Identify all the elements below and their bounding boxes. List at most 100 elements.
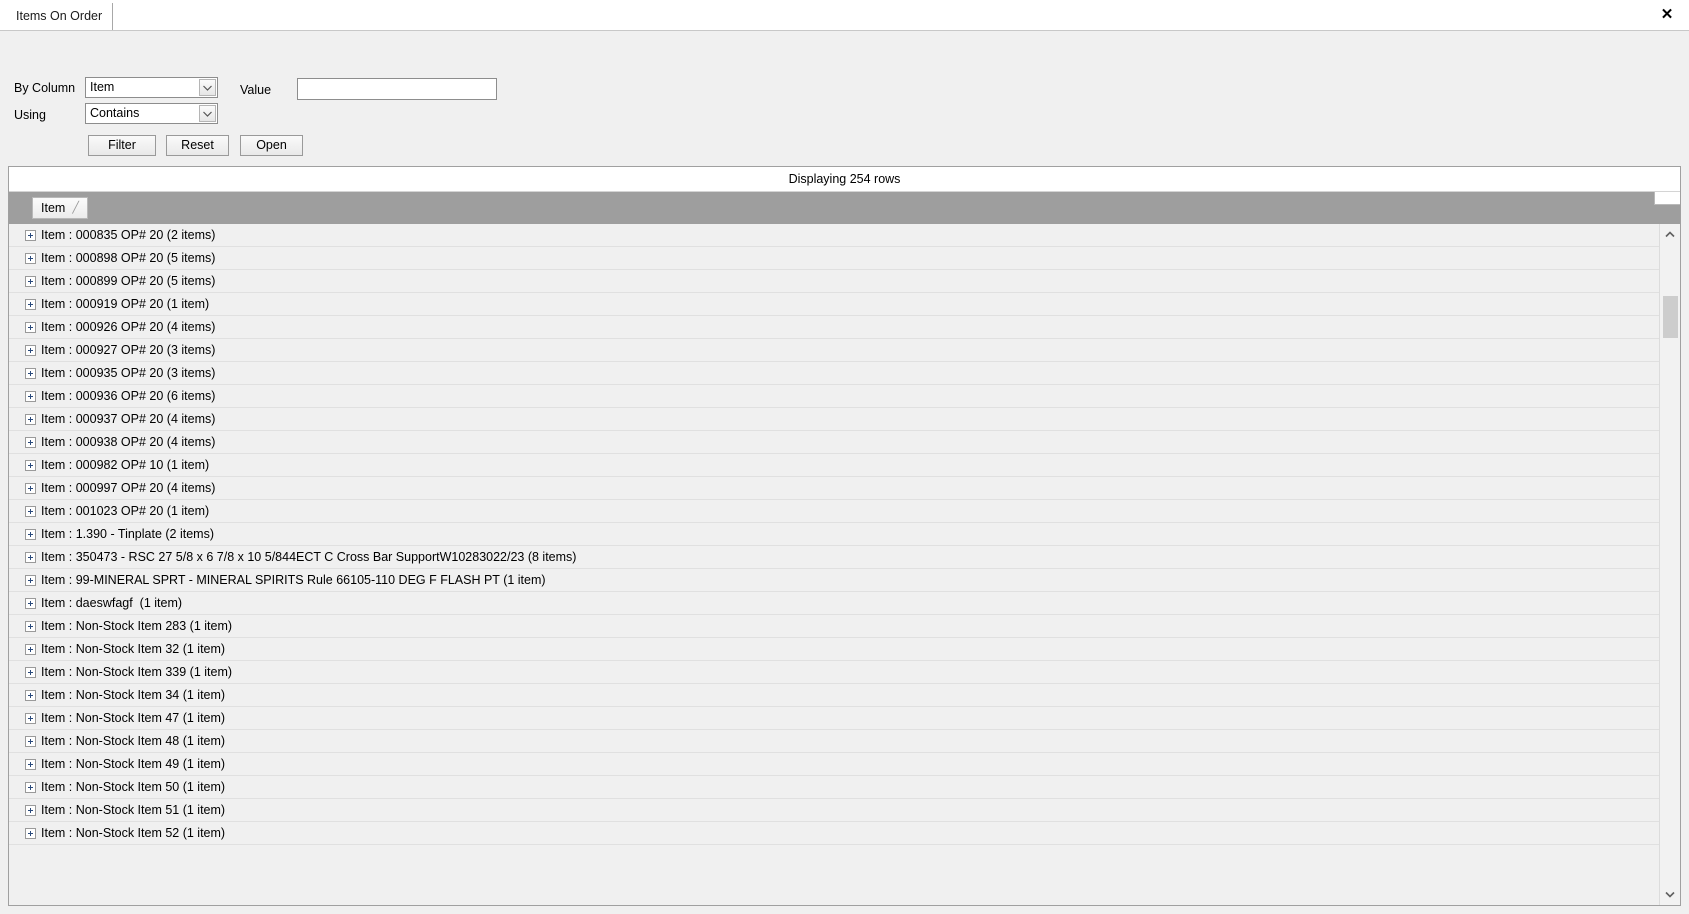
by-column-select-value: Item: [90, 80, 115, 94]
group-by-bar: Item ╱: [9, 192, 1680, 224]
value-input[interactable]: [297, 78, 497, 100]
expand-plus-icon[interactable]: [25, 667, 36, 678]
expand-plus-icon[interactable]: [25, 506, 36, 517]
table-row[interactable]: Item : Non-Stock Item 339 (1 item): [9, 661, 1659, 684]
row-label: Item : Non-Stock Item 339 (1 item): [41, 665, 233, 679]
table-row[interactable]: Item : 000937 OP# 20 (4 items): [9, 408, 1659, 431]
row-label: Item : 000936 OP# 20 (6 items): [41, 389, 216, 403]
expand-plus-icon[interactable]: [25, 805, 36, 816]
row-label: Item : 000926 OP# 20 (4 items): [41, 320, 216, 334]
expand-plus-icon[interactable]: [25, 253, 36, 264]
table-row[interactable]: Item : 99-MINERAL SPRT - MINERAL SPIRITS…: [9, 569, 1659, 592]
table-row[interactable]: Item : daeswfagf (1 item): [9, 592, 1659, 615]
table-row[interactable]: Item : 000997 OP# 20 (4 items): [9, 477, 1659, 500]
row-label: Item : Non-Stock Item 51 (1 item): [41, 803, 226, 817]
row-label: Item : Non-Stock Item 50 (1 item): [41, 780, 226, 794]
table-row[interactable]: Item : 000938 OP# 20 (4 items): [9, 431, 1659, 454]
expand-plus-icon[interactable]: [25, 529, 36, 540]
row-label: Item : 1.390 - Tinplate (2 items): [41, 527, 214, 541]
scrollbar-thumb[interactable]: [1663, 296, 1678, 338]
expand-plus-icon[interactable]: [25, 575, 36, 586]
chevron-down-icon[interactable]: [199, 79, 216, 96]
using-label: Using: [14, 108, 46, 122]
sort-ascending-icon[interactable]: ╱: [72, 202, 79, 214]
expand-plus-icon[interactable]: [25, 690, 36, 701]
tab-items-on-order[interactable]: Items On Order: [8, 3, 114, 30]
table-row[interactable]: Item : 001023 OP# 20 (1 item): [9, 500, 1659, 523]
by-column-select[interactable]: Item: [85, 77, 218, 98]
table-row[interactable]: Item : 000835 OP# 20 (2 items): [9, 224, 1659, 247]
row-label: Item : 001023 OP# 20 (1 item): [41, 504, 210, 518]
tab-label: Items On Order: [16, 9, 103, 23]
expand-plus-icon[interactable]: [25, 322, 36, 333]
table-row[interactable]: Item : Non-Stock Item 47 (1 item): [9, 707, 1659, 730]
expand-plus-icon[interactable]: [25, 552, 36, 563]
items-grid: Displaying 254 rows Item ╱ Item : 000835…: [8, 166, 1681, 906]
row-label: Item : Non-Stock Item 32 (1 item): [41, 642, 226, 656]
expand-plus-icon[interactable]: [25, 644, 36, 655]
expand-plus-icon[interactable]: [25, 437, 36, 448]
close-icon[interactable]: ✕: [1655, 3, 1679, 27]
table-row[interactable]: Item : Non-Stock Item 50 (1 item): [9, 776, 1659, 799]
row-label: Item : 000937 OP# 20 (4 items): [41, 412, 216, 426]
expand-plus-icon[interactable]: [25, 483, 36, 494]
using-select[interactable]: Contains: [85, 103, 218, 124]
table-row[interactable]: Item : 000982 OP# 10 (1 item): [9, 454, 1659, 477]
expand-plus-icon[interactable]: [25, 414, 36, 425]
row-label: Item : Non-Stock Item 52 (1 item): [41, 826, 226, 840]
window-titlebar: Items On Order ✕: [0, 0, 1689, 31]
table-row[interactable]: Item : 000899 OP# 20 (5 items): [9, 270, 1659, 293]
chevron-down-icon[interactable]: [199, 105, 216, 122]
row-label: Item : 000927 OP# 20 (3 items): [41, 343, 216, 357]
expand-plus-icon[interactable]: [25, 391, 36, 402]
row-count-text: Displaying 254 rows: [788, 172, 901, 186]
filter-button[interactable]: Filter: [88, 135, 156, 156]
table-row[interactable]: Item : Non-Stock Item 49 (1 item): [9, 753, 1659, 776]
row-label: Item : 000919 OP# 20 (1 item): [41, 297, 210, 311]
expand-plus-icon[interactable]: [25, 736, 36, 747]
table-row[interactable]: Item : Non-Stock Item 51 (1 item): [9, 799, 1659, 822]
expand-plus-icon[interactable]: [25, 460, 36, 471]
expand-plus-icon[interactable]: [25, 345, 36, 356]
row-label: Item : 000899 OP# 20 (5 items): [41, 274, 216, 288]
table-row[interactable]: Item : 000935 OP# 20 (3 items): [9, 362, 1659, 385]
expand-plus-icon[interactable]: [25, 276, 36, 287]
using-select-value: Contains: [90, 106, 140, 120]
vertical-scrollbar[interactable]: [1659, 224, 1680, 905]
table-row[interactable]: Item : Non-Stock Item 52 (1 item): [9, 822, 1659, 845]
expand-plus-icon[interactable]: [25, 598, 36, 609]
table-row[interactable]: Item : 000926 OP# 20 (4 items): [9, 316, 1659, 339]
table-row[interactable]: Item : 350473 - RSC 27 5/8 x 6 7/8 x 10 …: [9, 546, 1659, 569]
group-column-label: Item: [41, 201, 66, 215]
row-label: Item : Non-Stock Item 34 (1 item): [41, 688, 226, 702]
expand-plus-icon[interactable]: [25, 621, 36, 632]
table-row[interactable]: Item : Non-Stock Item 283 (1 item): [9, 615, 1659, 638]
row-label: Item : Non-Stock Item 283 (1 item): [41, 619, 233, 633]
grid-rows-region: Item : 000835 OP# 20 (2 items) Item : 000…: [9, 224, 1680, 905]
expand-plus-icon[interactable]: [25, 299, 36, 310]
row-label: Item : 000938 OP# 20 (4 items): [41, 435, 216, 449]
table-row[interactable]: Item : 000919 OP# 20 (1 item): [9, 293, 1659, 316]
group-column-item[interactable]: Item ╱: [32, 197, 88, 219]
expand-plus-icon[interactable]: [25, 759, 36, 770]
table-row[interactable]: Item : 000898 OP# 20 (5 items): [9, 247, 1659, 270]
expand-plus-icon[interactable]: [25, 782, 36, 793]
scroll-down-icon[interactable]: [1660, 884, 1680, 905]
expand-plus-icon[interactable]: [25, 713, 36, 724]
value-label: Value: [240, 83, 272, 97]
scroll-up-icon[interactable]: [1660, 224, 1680, 245]
table-row[interactable]: Item : 000927 OP# 20 (3 items): [9, 339, 1659, 362]
expand-plus-icon[interactable]: [25, 368, 36, 379]
table-row[interactable]: Item : Non-Stock Item 34 (1 item): [9, 684, 1659, 707]
expand-plus-icon[interactable]: [25, 828, 36, 839]
table-row[interactable]: Item : Non-Stock Item 48 (1 item): [9, 730, 1659, 753]
table-row[interactable]: Item : 1.390 - Tinplate (2 items): [9, 523, 1659, 546]
open-button[interactable]: Open: [240, 135, 303, 156]
row-label: Item : daeswfagf (1 item): [41, 596, 183, 610]
reset-button[interactable]: Reset: [166, 135, 229, 156]
row-label: Item : 000935 OP# 20 (3 items): [41, 366, 216, 380]
row-label: Item : Non-Stock Item 49 (1 item): [41, 757, 226, 771]
expand-plus-icon[interactable]: [25, 230, 36, 241]
table-row[interactable]: Item : 000936 OP# 20 (6 items): [9, 385, 1659, 408]
table-row[interactable]: Item : Non-Stock Item 32 (1 item): [9, 638, 1659, 661]
